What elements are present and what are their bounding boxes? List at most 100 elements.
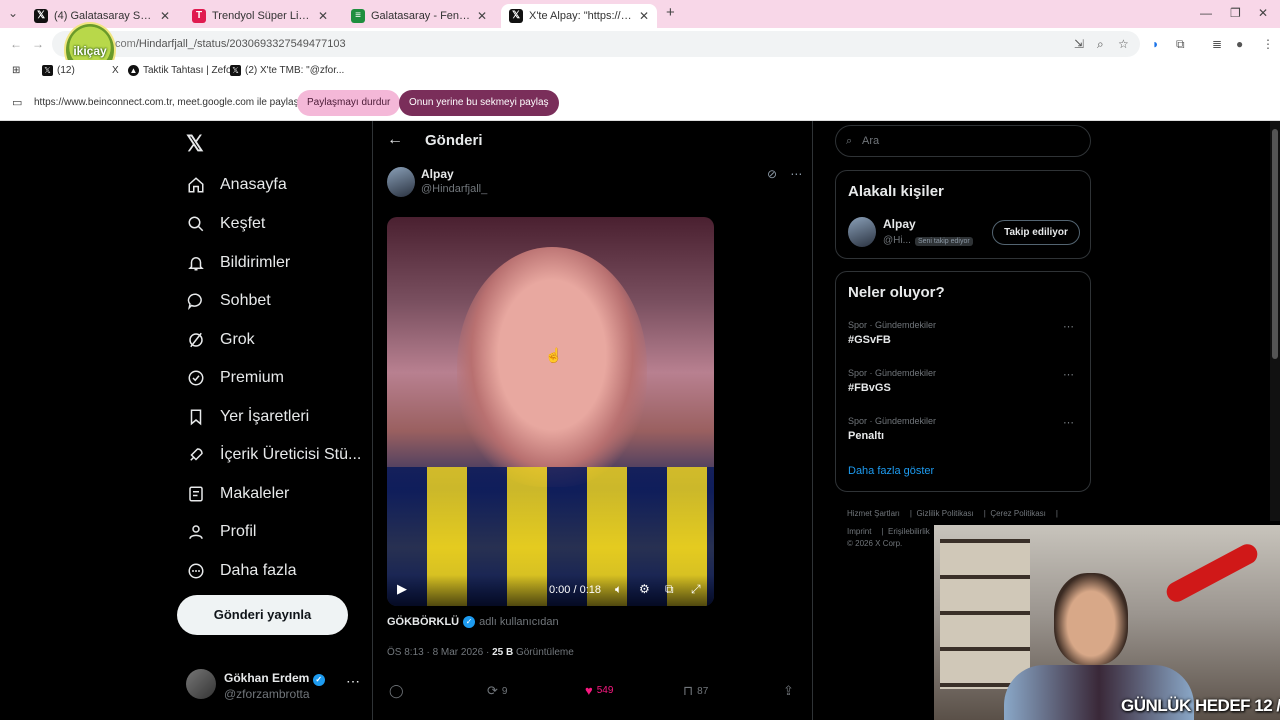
author-handle: @Hindarfjall_ [421, 183, 488, 195]
trend-item[interactable]: Spor · Gündemdekiler Penaltı ⋯ [848, 416, 1080, 442]
video-player[interactable]: ▶ 0:00 / 0:18 🔈︎ ⚙ ⧉ ⤢ ☝ [387, 217, 714, 606]
avatar [387, 167, 415, 197]
grok-explain-icon[interactable]: ⊘ [767, 167, 777, 181]
apps-grid-icon[interactable]: ⊞ [12, 65, 20, 76]
x-icon: 𝕏 [42, 65, 53, 76]
avatar [186, 669, 216, 699]
back-icon[interactable]: ← [10, 37, 22, 51]
nav-item-creator-studio[interactable]: İçerik Üreticisi Stü... [186, 445, 361, 465]
profile-avatar-icon[interactable]: ● [1236, 37, 1243, 51]
search-placeholder: Ara [862, 135, 880, 147]
new-tab-icon[interactable]: + [666, 4, 675, 21]
nav-item-bookmarks[interactable]: Yer İşaretleri [186, 407, 309, 427]
play-icon[interactable]: ▶ [397, 581, 407, 597]
trend-item[interactable]: Spor · Gündemdekiler #FBvGS ⋯ [848, 368, 1080, 394]
scrollbar-thumb[interactable] [1272, 129, 1278, 359]
volume-icon[interactable]: 🔈︎ [615, 582, 622, 597]
menu-kebab-icon[interactable]: ⋮ [1262, 37, 1274, 51]
trend-item[interactable]: Spor · Gündemdekiler #GSvFB ⋯ [848, 320, 1080, 346]
nav-item-profile[interactable]: Profil [186, 522, 256, 542]
stop-sharing-button[interactable]: Paylaşmayı durdur [297, 90, 401, 116]
view-count: 25 B [492, 647, 514, 658]
account-name: Gökhan Erdem [224, 671, 310, 685]
heart-icon: ♥ [585, 683, 593, 698]
nav-item-more[interactable]: Daha fazla [186, 561, 297, 581]
reply-button[interactable]: ◯ [389, 683, 408, 699]
post-meta: ÖS 8:13 · 8 Mar 2026 · 25 B Görüntüleme [387, 647, 574, 658]
back-arrow-icon[interactable]: ← [387, 131, 403, 149]
nav-item-chat[interactable]: Sohbet [186, 291, 271, 311]
bookmark-1[interactable]: 𝕏 (12) [42, 65, 75, 76]
post-timestamp[interactable]: ÖS 8:13 · 8 Mar 2026 · [387, 647, 489, 658]
page-scrollbar[interactable] [1270, 121, 1280, 521]
minimize-icon[interactable]: — [1200, 6, 1212, 20]
tab-super-lig[interactable]: T Trendyol Süper Lig Fikstürü ve Puan Du… [184, 4, 336, 28]
install-icon[interactable]: ⇲ [1074, 37, 1084, 51]
more-horizontal-icon[interactable]: ⋯ [1063, 368, 1074, 381]
x-icon: 𝕏 [34, 9, 48, 23]
source-name[interactable]: GÖKBÖRKLÜ [387, 616, 459, 628]
tab-alpay-post[interactable]: 𝕏 X'te Alpay: "https://t.co/6RLjfW ✕ [501, 4, 657, 28]
media-icon[interactable]: ≣ [1212, 37, 1222, 51]
fullscreen-icon[interactable]: ⤢ [691, 582, 701, 597]
show-more-link[interactable]: Daha fazla göster [848, 465, 934, 477]
share-button[interactable]: ⇪ [783, 683, 798, 699]
address-bar[interactable]: .com/Hindarfjall_/status/203069332754947… [52, 31, 1140, 57]
nav-item-notifications[interactable]: Bildirimler [186, 253, 290, 273]
more-horizontal-icon[interactable]: ⋯ [346, 673, 360, 690]
extension-audio-icon[interactable]: ◗ [1152, 37, 1159, 51]
close-tab-icon[interactable]: ✕ [639, 9, 649, 23]
footer-link[interactable]: Hizmet Şartları [847, 509, 900, 518]
author-name: Alpay [421, 167, 454, 181]
search-input[interactable]: ⌕ Ara [835, 125, 1091, 157]
left-nav: 𝕏 Anasayfa Keşfet Bildirimler Sohbet Gro… [176, 121, 372, 720]
retweet-icon: ⟳ [487, 683, 498, 698]
nav-item-premium[interactable]: Premium [186, 368, 284, 388]
bookmark-icon [186, 407, 206, 427]
account-switcher[interactable]: Gökhan Erdem ✓ @zforzambrotta ⋯ [186, 669, 366, 705]
zoom-icon[interactable]: ⌕ [1097, 37, 1104, 52]
forward-icon[interactable]: → [32, 37, 44, 51]
bookmarks-bar: ⊞ 𝕏 (12) X ▲ Taktik Tahtası | Zefo... 𝕏 (2)… [0, 60, 1280, 84]
picture-in-picture-icon[interactable]: ⧉ [665, 582, 674, 597]
avatar[interactable] [848, 217, 876, 247]
bookmark-button[interactable]: ⊓ 87 [683, 683, 708, 699]
screen-share-bar: ▭ https://www.beinconnect.com.tr, meet.g… [0, 84, 1280, 121]
close-window-icon[interactable]: ✕ [1258, 6, 1268, 20]
streamer-webcam [934, 525, 1280, 720]
post-source-attribution: GÖKBÖRKLÜ ✓ adlı kullanıcıdan [387, 616, 559, 628]
extensions-icon[interactable]: ⧉ [1176, 37, 1185, 52]
nav-item-home[interactable]: Anasayfa [186, 175, 287, 195]
bookmark-icon: ⊓ [683, 683, 694, 698]
footer-link[interactable]: Imprint [847, 527, 871, 536]
close-tab-icon[interactable]: ✕ [477, 9, 487, 23]
more-horizontal-icon[interactable]: ⋯ [1063, 416, 1074, 429]
nav-item-grok[interactable]: Grok [186, 330, 255, 350]
tab-search-icon[interactable]: ⌄ [8, 6, 18, 20]
share-this-tab-button[interactable]: Onun yerine bu sekmeyi paylaş [399, 90, 559, 116]
footer-link[interactable]: Erişilebilirlik [888, 527, 930, 536]
more-horizontal-icon[interactable]: ⋯ [790, 167, 802, 181]
tab-gs-fb[interactable]: ≡ Galatasaray - Fenerbahçe canlı ✕ [343, 4, 495, 28]
bookmark-2[interactable]: X [112, 65, 119, 76]
bookmark-3[interactable]: ▲ Taktik Tahtası | Zefo... [128, 65, 240, 76]
nav-item-explore[interactable]: Keşfet [186, 214, 265, 234]
star-icon[interactable]: ☆ [1118, 37, 1129, 51]
retweet-button[interactable]: ⟳ 9 [487, 683, 507, 699]
related-name[interactable]: Alpay [883, 217, 916, 231]
like-button[interactable]: ♥ 549 [585, 683, 613, 698]
nav-item-articles[interactable]: Makaleler [186, 484, 289, 504]
bookmark-4[interactable]: 𝕏 (2) X'te TMB: "@zfor... [230, 65, 344, 76]
settings-gear-icon[interactable]: ⚙ [639, 582, 650, 596]
close-tab-icon[interactable]: ✕ [160, 9, 170, 23]
footer-link[interactable]: Gizlilik Politikası [916, 509, 973, 518]
following-button[interactable]: Takip ediliyor [992, 220, 1080, 245]
premium-icon [186, 368, 206, 388]
footer-link[interactable]: Çerez Politikası [990, 509, 1046, 518]
restore-icon[interactable]: ❐ [1230, 6, 1241, 20]
x-logo-icon[interactable]: 𝕏 [186, 131, 204, 157]
more-horizontal-icon[interactable]: ⋯ [1063, 320, 1074, 333]
close-tab-icon[interactable]: ✕ [318, 9, 328, 23]
post-button[interactable]: Gönderi yayınla [177, 595, 348, 635]
more-icon [186, 561, 206, 581]
